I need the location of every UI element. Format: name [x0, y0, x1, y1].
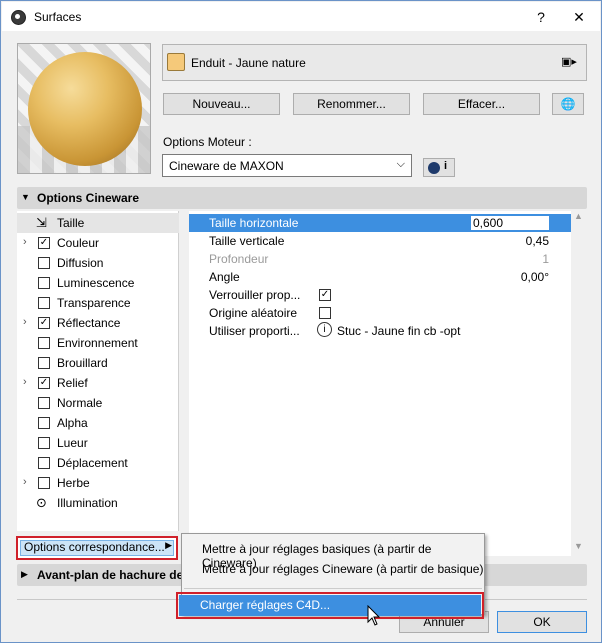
channel-checkbox[interactable] — [38, 457, 50, 469]
channel-list: ⇲ Taille › ✓ Couleur Diffusion Luminescence Tra… — [17, 211, 179, 531]
channel-checkbox[interactable]: ✓ — [38, 237, 50, 249]
surfaces-dialog: Surfaces ? ✕ Enduit - Jaune nature ▣▸ No… — [0, 0, 602, 643]
prop-horizontal-size[interactable]: Taille horizontale 0,600 — [189, 214, 571, 232]
channel-label: Alpha — [57, 416, 88, 430]
channel-item[interactable]: ⇲ Taille — [17, 213, 179, 233]
random-origin-checkbox[interactable] — [319, 307, 331, 319]
prop-random-origin[interactable]: Origine aléatoire — [189, 304, 571, 322]
engine-label: Options Moteur : — [163, 135, 252, 149]
cinema4d-icon — [428, 162, 440, 174]
info-icon: i — [444, 160, 448, 172]
channel-label: Brouillard — [57, 356, 108, 370]
expand-chevron-icon[interactable]: › — [23, 236, 27, 248]
channel-checkbox[interactable] — [38, 417, 50, 429]
engine-select[interactable]: Cineware de MAXON ⌵ — [162, 154, 412, 177]
new-button[interactable]: Nouveau... — [163, 93, 280, 115]
property-scrollbar[interactable]: ▲ ▼ — [571, 211, 587, 556]
channel-label: Couleur — [57, 236, 100, 250]
preview-sphere — [28, 52, 142, 166]
illumination-icon: ⊙ — [36, 495, 47, 510]
channel-item[interactable]: Environnement — [17, 333, 179, 353]
expand-chevron-icon[interactable]: › — [23, 316, 27, 328]
channel-item[interactable]: Alpha — [17, 413, 179, 433]
app-icon — [11, 10, 26, 25]
channel-checkbox[interactable] — [38, 477, 50, 489]
channel-checkbox[interactable] — [38, 297, 50, 309]
expand-chevron-icon[interactable]: › — [23, 376, 27, 388]
channel-label: Taille — [57, 216, 85, 230]
info-circle-icon: i — [317, 322, 332, 337]
channel-label: Herbe — [57, 476, 90, 490]
scroll-up-icon[interactable]: ▲ — [574, 211, 583, 221]
channel-label: Relief — [57, 376, 88, 390]
prop-angle[interactable]: Angle 0,00° — [189, 268, 571, 286]
globe-icon[interactable]: 🌐 — [552, 93, 584, 115]
channel-checkbox[interactable] — [38, 397, 50, 409]
prop-vertical-size[interactable]: Taille verticale 0,45 — [189, 232, 571, 250]
channel-item[interactable]: › Herbe — [17, 473, 179, 493]
channel-item[interactable]: Diffusion — [17, 253, 179, 273]
channel-label: Transparence — [57, 296, 131, 310]
material-name: Enduit - Jaune nature — [191, 56, 306, 70]
channel-checkbox[interactable] — [38, 277, 50, 289]
chevron-down-icon: ⌵ — [396, 158, 405, 170]
channel-label: Diffusion — [57, 256, 104, 270]
engine-info-button[interactable]: i — [423, 158, 455, 177]
channel-item[interactable]: Brouillard — [17, 353, 179, 373]
resize-icon: ⇲ — [36, 215, 47, 230]
channel-label: Déplacement — [57, 456, 128, 470]
close-button[interactable]: ✕ — [564, 6, 594, 28]
collapse-arrow-icon: ▼ — [21, 192, 30, 202]
prop-use-proportions[interactable]: Utiliser proporti... i Stuc - Jaune fin … — [189, 322, 571, 340]
channel-item[interactable]: Lueur — [17, 433, 179, 453]
delete-button[interactable]: Effacer... — [423, 93, 540, 115]
channel-item[interactable]: ⊙ Illumination — [17, 493, 179, 513]
ok-button[interactable]: OK — [497, 611, 587, 633]
property-list: Taille horizontale 0,600 Taille vertical… — [189, 211, 571, 556]
window-title: Surfaces — [34, 10, 82, 24]
prop-lock-proportions[interactable]: Verrouiller prop... ✓ — [189, 286, 571, 304]
rename-button[interactable]: Renommer... — [293, 93, 410, 115]
channel-label: Lueur — [57, 436, 88, 450]
channel-item[interactable]: Normale — [17, 393, 179, 413]
prop-depth: Profondeur 1 — [209, 252, 549, 266]
horizontal-size-input[interactable]: 0,600 — [470, 215, 550, 231]
channel-checkbox[interactable] — [38, 437, 50, 449]
channel-checkbox[interactable] — [38, 357, 50, 369]
channel-item[interactable]: Luminescence — [17, 273, 179, 293]
material-picker-icon[interactable]: ▣▸ — [561, 55, 577, 68]
channel-label: Environnement — [57, 336, 138, 350]
material-color-swatch — [167, 53, 185, 71]
title-bar: Surfaces ? ✕ — [2, 2, 600, 31]
mouse-cursor-icon — [367, 605, 381, 626]
channel-label: Normale — [57, 396, 103, 410]
channel-checkbox[interactable] — [38, 257, 50, 269]
channel-label: Luminescence — [57, 276, 135, 290]
channel-label: Illumination — [57, 496, 118, 510]
lock-proportions-checkbox[interactable]: ✓ — [319, 289, 331, 301]
channel-item[interactable]: Déplacement — [17, 453, 179, 473]
engine-selected: Cineware de MAXON — [169, 159, 284, 173]
submenu-arrow-icon: ▶ — [165, 540, 172, 550]
channel-checkbox[interactable]: ✓ — [38, 317, 50, 329]
scroll-down-icon[interactable]: ▼ — [574, 541, 583, 551]
channel-checkbox[interactable] — [38, 337, 50, 349]
channel-item[interactable]: › ✓ Relief — [17, 373, 179, 393]
menu-item-update-cineware[interactable]: Mettre à jour réglages Cineware (à parti… — [202, 562, 483, 576]
mapping-options-button[interactable]: Options correspondance... ▶ — [16, 536, 178, 560]
expand-chevron-icon[interactable]: › — [23, 476, 27, 488]
material-preview — [17, 43, 151, 174]
channel-label: Réflectance — [57, 316, 121, 330]
expand-arrow-icon: ▶ — [21, 569, 28, 579]
channel-checkbox[interactable]: ✓ — [38, 377, 50, 389]
channel-item[interactable]: › ✓ Couleur — [17, 233, 179, 253]
channel-item[interactable]: Transparence — [17, 293, 179, 313]
channel-item[interactable]: › ✓ Réflectance — [17, 313, 179, 333]
section-cineware[interactable]: ▼ Options Cineware — [17, 187, 587, 209]
help-button[interactable]: ? — [526, 6, 556, 28]
menu-item-load-c4d[interactable]: Charger réglages C4D... — [176, 592, 484, 619]
